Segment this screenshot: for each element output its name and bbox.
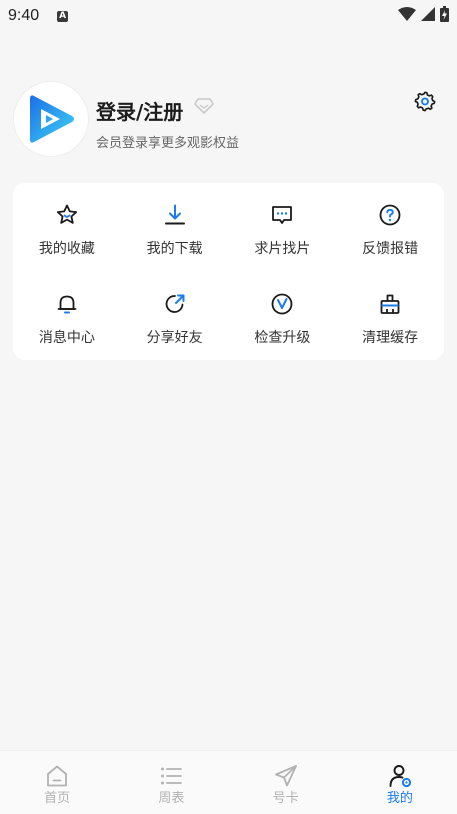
grid-label: 清理缓存 <box>362 330 419 346</box>
login-subtitle: 会员登录享更多观影权益 <box>96 136 240 151</box>
message-icon <box>272 206 293 224</box>
grid-item-messages[interactable]: 消息中心 <box>13 272 121 360</box>
tab-card[interactable]: 号卡 <box>229 751 343 814</box>
notification-icon: A <box>57 10 69 22</box>
battery-icon <box>440 6 449 22</box>
function-grid: 我的收藏 我的下载 求片找片 反馈报错 消息中心 分享好友 检查升级 清理缓存 <box>13 183 444 360</box>
grid-item-downloads[interactable]: 我的下载 <box>121 183 229 272</box>
tab-label: 周表 <box>158 791 185 806</box>
share-icon <box>165 294 185 313</box>
clean-icon <box>380 294 400 314</box>
bell-icon <box>57 295 77 314</box>
avatar[interactable] <box>14 82 88 156</box>
tab-label: 我的 <box>386 791 413 806</box>
grid-item-share[interactable]: 分享好友 <box>121 272 229 360</box>
grid-label: 我的下载 <box>146 241 203 257</box>
list-icon <box>161 767 183 785</box>
status-bar: 9:40 A <box>0 0 457 32</box>
grid-label: 分享好友 <box>146 330 203 346</box>
download-icon <box>164 204 185 225</box>
grid-label: 求片找片 <box>254 241 311 257</box>
tab-label: 号卡 <box>272 791 299 806</box>
star-icon <box>56 204 77 224</box>
diamond-icon <box>194 98 214 114</box>
grid-label: 消息中心 <box>38 330 95 346</box>
profile-header[interactable]: 登录/注册 会员登录享更多观影权益 <box>14 80 444 160</box>
tab-mine[interactable]: 我的 <box>343 751 457 814</box>
upgrade-icon <box>271 293 293 315</box>
status-time: 9:40 <box>8 7 40 24</box>
grid-item-request[interactable]: 求片找片 <box>229 183 337 272</box>
tab-schedule[interactable]: 周表 <box>114 751 228 814</box>
grid-label: 检查升级 <box>254 330 311 346</box>
wifi-icon <box>398 7 416 21</box>
signal-icon <box>421 7 435 21</box>
grid-label: 我的收藏 <box>38 241 95 257</box>
bottom-tab-bar: 首页 周表 号卡 我的 <box>0 750 457 814</box>
tab-label: 首页 <box>44 791 71 806</box>
grid-item-feedback[interactable]: 反馈报错 <box>336 183 444 272</box>
user-settings-icon <box>389 765 411 788</box>
gear-icon[interactable] <box>414 90 436 112</box>
home-icon <box>47 765 68 787</box>
question-icon <box>379 204 401 226</box>
status-icons <box>398 6 449 22</box>
grid-item-upgrade[interactable]: 检查升级 <box>229 272 337 360</box>
send-icon <box>274 765 297 787</box>
login-register-title[interactable]: 登录/注册 <box>96 96 183 125</box>
grid-item-clear-cache[interactable]: 清理缓存 <box>336 272 444 360</box>
tab-home[interactable]: 首页 <box>0 751 114 814</box>
grid-label: 反馈报错 <box>362 241 419 257</box>
grid-item-favorites[interactable]: 我的收藏 <box>13 183 121 272</box>
play-logo-icon <box>30 95 74 143</box>
